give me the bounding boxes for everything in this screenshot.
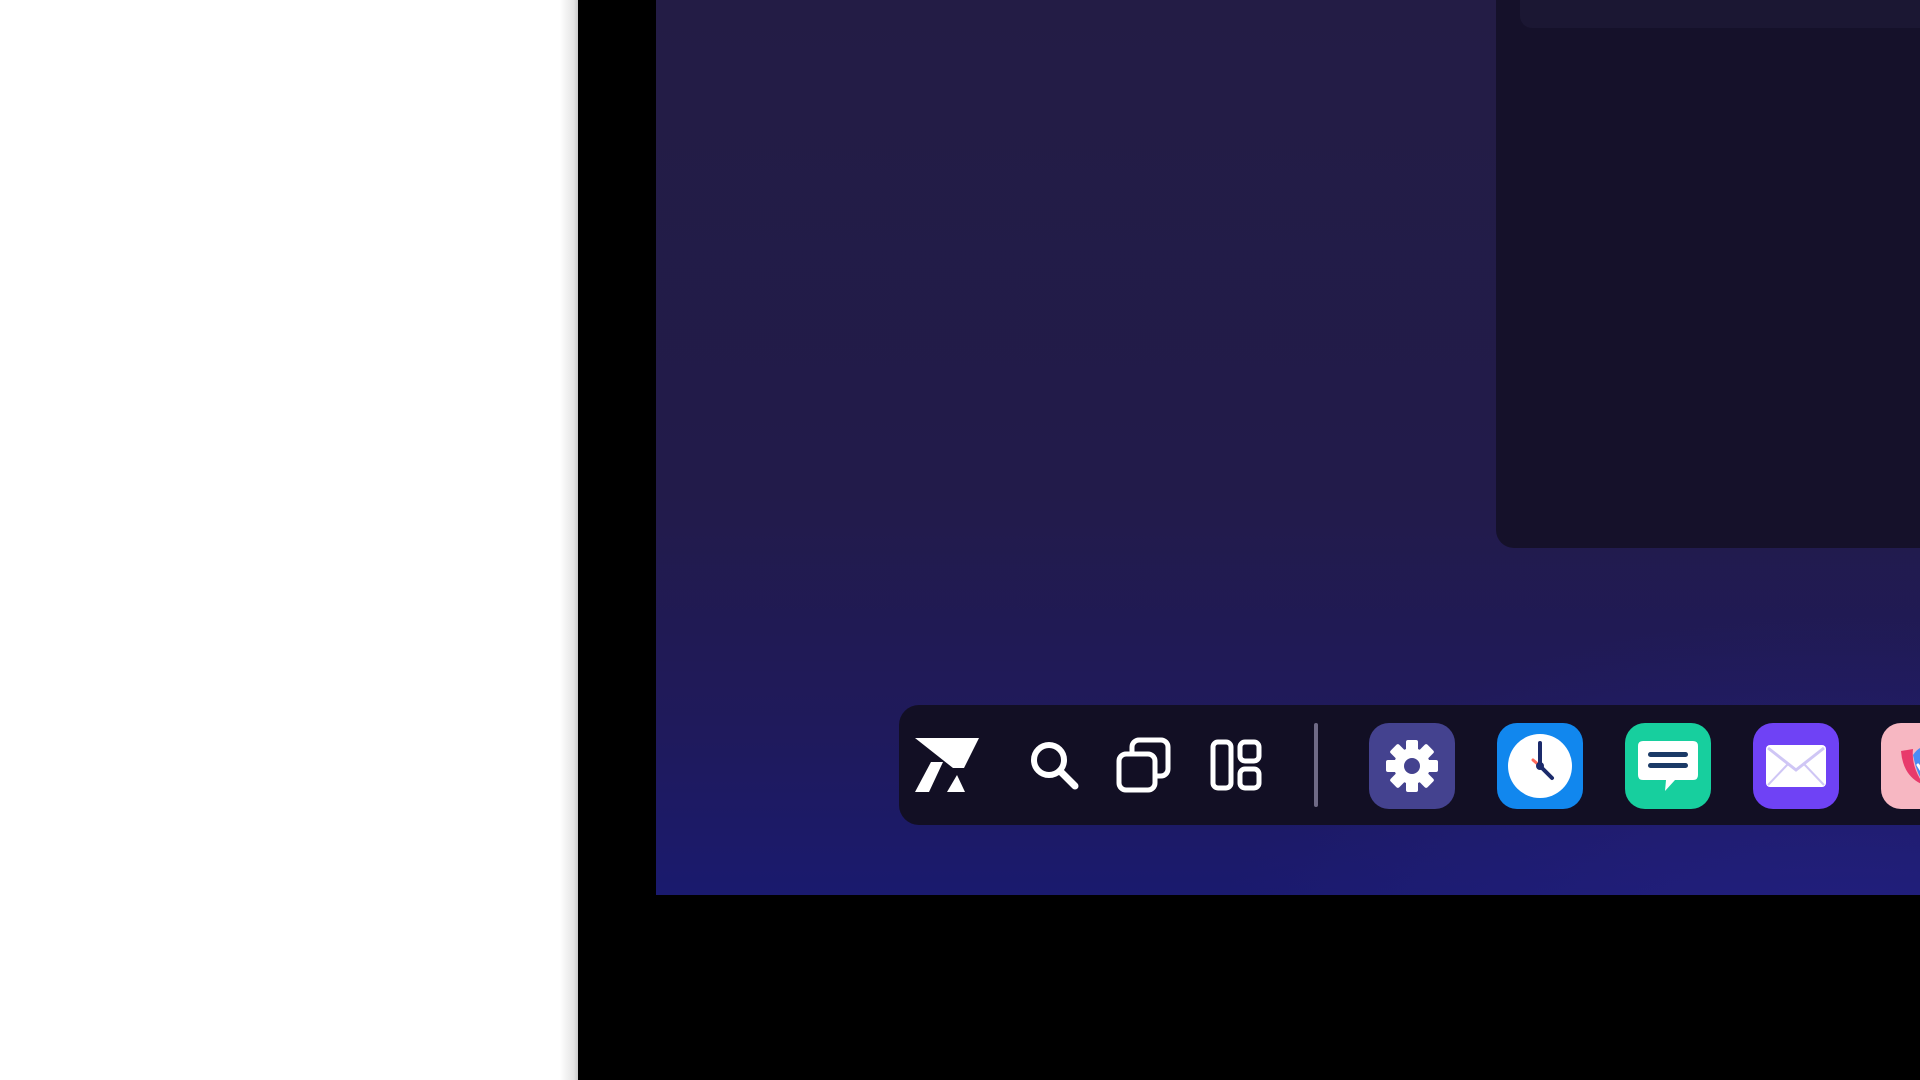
widgets-layout-icon: [1210, 739, 1262, 791]
taskbar-divider: [1314, 723, 1318, 807]
window-switcher-icon: [1116, 737, 1171, 793]
window-topbar: [1520, 0, 1920, 28]
widgets-button[interactable]: [1199, 727, 1275, 803]
mail-app-button[interactable]: [1753, 723, 1839, 809]
launcher-button[interactable]: [909, 727, 985, 803]
window-switcher-button[interactable]: [1106, 727, 1182, 803]
chat-bubble-icon: [1638, 741, 1698, 791]
settings-app-button[interactable]: [1369, 723, 1455, 809]
tulip-app-button[interactable]: [1881, 723, 1920, 809]
desktop: [656, 0, 1920, 895]
open-app-window[interactable]: [1496, 0, 1920, 548]
envelope-icon: [1766, 745, 1826, 787]
launcher-logo-icon: [915, 738, 979, 792]
tulip-icon: [1901, 748, 1920, 784]
gear-icon: [1386, 740, 1438, 792]
search-icon: [1031, 742, 1079, 790]
search-button[interactable]: [1016, 727, 1092, 803]
clock-icon: [1508, 734, 1572, 798]
clock-app-button[interactable]: [1497, 723, 1583, 809]
chat-app-button[interactable]: [1625, 723, 1711, 809]
taskbar: [899, 705, 1920, 825]
